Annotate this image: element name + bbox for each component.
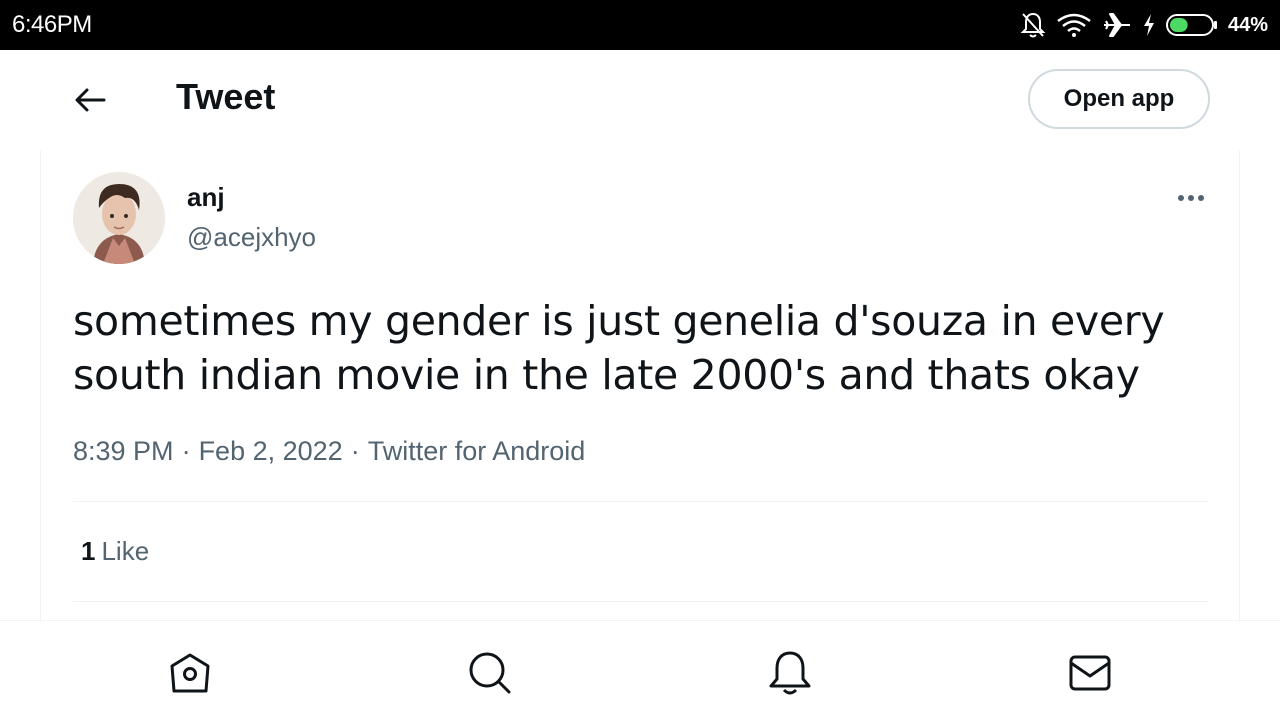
author-name[interactable]: anj bbox=[187, 182, 225, 213]
avatar-image bbox=[73, 172, 165, 264]
status-bar: 6:46PM 44% bbox=[0, 0, 1280, 50]
battery-icon bbox=[1165, 13, 1218, 37]
meta-separator: · bbox=[350, 436, 360, 466]
wifi-icon bbox=[1056, 12, 1092, 38]
tweet-source[interactable]: Twitter for Android bbox=[368, 436, 586, 466]
notifications-icon bbox=[769, 651, 811, 695]
likes-label: Like bbox=[101, 536, 150, 566]
search-icon bbox=[469, 652, 511, 694]
meta-separator: · bbox=[181, 436, 191, 466]
bottom-nav bbox=[0, 620, 1280, 720]
page-title: Tweet bbox=[176, 76, 276, 117]
likes-link[interactable]: 1 Like bbox=[81, 536, 149, 567]
battery-percent: 44% bbox=[1227, 13, 1268, 36]
more-options-button[interactable] bbox=[1173, 186, 1209, 210]
nav-search[interactable] bbox=[466, 649, 514, 697]
bell-off-icon bbox=[1020, 11, 1046, 39]
open-app-button[interactable]: Open app bbox=[1028, 69, 1210, 129]
tweet-metadata: 8:39 PM · Feb 2, 2022 · Twitter for Android bbox=[73, 436, 585, 467]
more-dot-icon bbox=[1178, 195, 1184, 201]
tweet-text: sometimes my gender is just genelia d'so… bbox=[73, 297, 1165, 399]
tweet-date[interactable]: Feb 2, 2022 bbox=[199, 436, 343, 466]
messages-icon bbox=[1069, 655, 1111, 691]
airplane-icon bbox=[1102, 11, 1132, 39]
arrow-left-icon bbox=[75, 88, 106, 112]
status-icons: 44% bbox=[1020, 11, 1268, 39]
divider bbox=[73, 601, 1209, 602]
tweet-time[interactable]: 8:39 PM bbox=[73, 436, 174, 466]
status-time: 6:46PM bbox=[12, 11, 92, 38]
more-dot-icon bbox=[1188, 195, 1194, 201]
more-dot-icon bbox=[1198, 195, 1204, 201]
nav-messages[interactable] bbox=[1066, 649, 1114, 697]
back-button[interactable] bbox=[70, 80, 110, 120]
author-handle[interactable]: @acejxhyo bbox=[187, 222, 316, 253]
home-icon bbox=[170, 653, 210, 693]
likes-count: 1 bbox=[81, 536, 96, 566]
nav-home[interactable] bbox=[166, 649, 214, 697]
tweet-card: anj @acejxhyo sometimes my gender is jus… bbox=[40, 150, 1240, 620]
divider bbox=[73, 501, 1209, 502]
top-header: Tweet Open app bbox=[0, 50, 1280, 148]
nav-notifications[interactable] bbox=[766, 649, 814, 697]
avatar[interactable] bbox=[73, 172, 165, 264]
charging-icon bbox=[1142, 13, 1156, 37]
